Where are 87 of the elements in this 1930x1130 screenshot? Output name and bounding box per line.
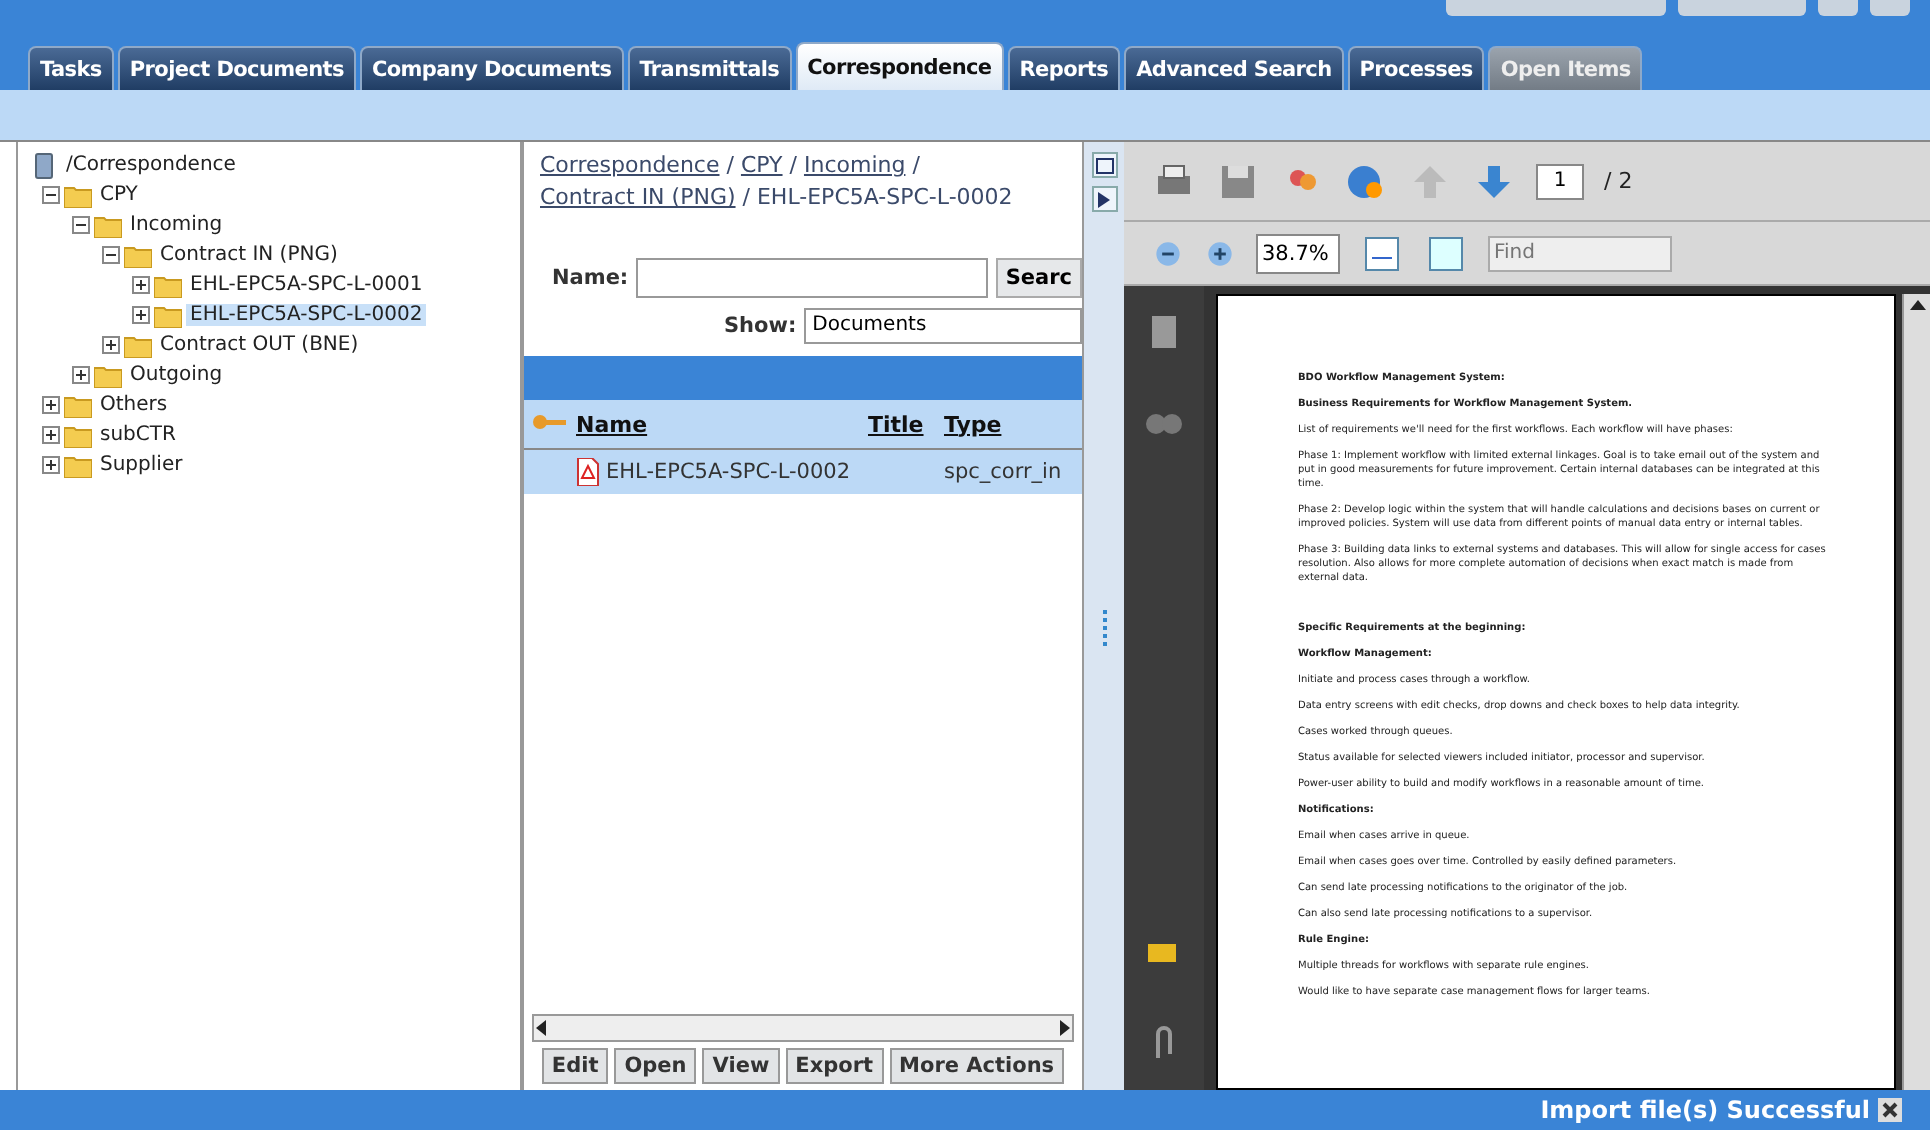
- close-icon[interactable]: [1878, 1098, 1902, 1122]
- folder-icon: [154, 303, 182, 327]
- nav-tab[interactable]: Company Documents: [359, 46, 624, 90]
- expand-toggle[interactable]: [42, 396, 60, 414]
- expand-toggle[interactable]: [102, 336, 120, 354]
- tree-item[interactable]: Outgoing: [126, 364, 227, 386]
- tree-item[interactable]: subCTR: [96, 424, 180, 446]
- horizontal-scrollbar[interactable]: [532, 1014, 1074, 1042]
- tree-item[interactable]: EHL-EPC5A-SPC-L-0001: [186, 274, 427, 296]
- action-button[interactable]: View: [702, 1048, 780, 1084]
- folder-icon: [124, 243, 152, 267]
- vertical-scrollbar[interactable]: [1902, 294, 1930, 1090]
- show-select[interactable]: Documents: [804, 308, 1082, 344]
- page-number-field[interactable]: 1: [1536, 163, 1584, 199]
- scroll-up-icon[interactable]: [1909, 298, 1925, 314]
- column-header[interactable]: Name: [576, 411, 868, 437]
- expand-button[interactable]: [1091, 186, 1117, 212]
- folder-icon: [64, 183, 92, 207]
- breadcrumb-link[interactable]: CPY: [740, 152, 783, 178]
- page-count: / 2: [1604, 168, 1633, 194]
- collapse-toggle[interactable]: [42, 186, 60, 204]
- maximize-button[interactable]: [1091, 152, 1117, 178]
- breadcrumb-link[interactable]: Contract IN (PNG): [540, 184, 736, 210]
- folder-icon: [64, 423, 92, 447]
- folder-icon: [64, 453, 92, 477]
- tree-item[interactable]: EHL-EPC5A-SPC-L-0002: [186, 304, 427, 326]
- breadcrumb-separator: /: [742, 184, 750, 210]
- zoom-out-icon[interactable]: [1152, 237, 1184, 269]
- breadcrumb-current: EHL-EPC5A-SPC-L-0002: [756, 184, 1013, 210]
- nav-tab[interactable]: Project Documents: [117, 46, 356, 90]
- tree-item[interactable]: CPY: [96, 184, 142, 206]
- field-label: Name:: [552, 266, 629, 290]
- server-icon: [30, 151, 58, 179]
- breadcrumb-separator: /: [726, 152, 734, 178]
- fit-page-icon[interactable]: [1424, 231, 1468, 275]
- column-header[interactable]: Title: [868, 411, 944, 437]
- folder-icon: [94, 363, 122, 387]
- scroll-right-icon[interactable]: [1056, 1020, 1072, 1036]
- folder-icon: [154, 273, 182, 297]
- table-cell: spc_corr_in: [944, 460, 1064, 484]
- expand-toggle[interactable]: [132, 306, 150, 324]
- scroll-left-icon[interactable]: [534, 1020, 550, 1036]
- collapse-toggle[interactable]: [72, 216, 90, 234]
- tree-item[interactable]: Others: [96, 394, 172, 416]
- collapse-toggle[interactable]: [102, 246, 120, 264]
- nav-tab[interactable]: Processes: [1347, 46, 1485, 90]
- tree-item[interactable]: Supplier: [96, 454, 187, 476]
- expand-toggle[interactable]: [72, 366, 90, 384]
- table-cell: EHL-EPC5A-SPC-L-0002: [606, 460, 850, 484]
- breadcrumb-separator: /: [789, 152, 797, 178]
- breadcrumb-separator: /: [912, 152, 920, 178]
- tree-item[interactable]: Incoming: [126, 214, 227, 236]
- action-button[interactable]: Open: [614, 1048, 697, 1084]
- action-button[interactable]: Edit: [541, 1048, 609, 1084]
- name-field[interactable]: [636, 258, 988, 298]
- action-button[interactable]: More Actions: [889, 1048, 1065, 1084]
- folder-icon: [64, 393, 92, 417]
- status-message: Import file(s) Successful: [1540, 1096, 1870, 1124]
- expand-toggle[interactable]: [132, 276, 150, 294]
- nav-tab[interactable]: Reports: [1007, 46, 1121, 90]
- window-icon: [1095, 157, 1113, 173]
- right-arrow-icon: [1098, 191, 1110, 207]
- nav-tab[interactable]: Transmittals: [627, 46, 792, 90]
- breadcrumb-link[interactable]: Correspondence: [540, 152, 720, 178]
- nav-tab[interactable]: Correspondence: [795, 42, 1004, 90]
- nav-tab[interactable]: Tasks: [28, 46, 114, 90]
- expand-toggle[interactable]: [42, 456, 60, 474]
- expand-toggle[interactable]: [42, 426, 60, 444]
- folder-icon: [94, 213, 122, 237]
- breadcrumb-link[interactable]: Incoming: [803, 152, 906, 178]
- nav-tab[interactable]: Advanced Search: [1124, 46, 1344, 90]
- find-field[interactable]: Find: [1488, 235, 1672, 271]
- folder-icon: [124, 333, 152, 357]
- fit-width-icon[interactable]: [1360, 231, 1404, 275]
- key-icon: [532, 411, 568, 431]
- field-label: Show:: [724, 314, 797, 338]
- table-row[interactable]: EHL-EPC5A-SPC-L-0002 spc_corr_in: [524, 450, 1082, 494]
- column-header[interactable]: Type: [944, 411, 1064, 437]
- search-button[interactable]: Searc: [995, 258, 1082, 298]
- splitter-handle[interactable]: [1101, 610, 1107, 650]
- tree-item[interactable]: Contract IN (PNG): [156, 244, 342, 266]
- action-button[interactable]: Export: [785, 1048, 884, 1084]
- pdf-icon: [576, 458, 600, 486]
- tree-root[interactable]: /Correspondence: [62, 154, 240, 176]
- tree-item[interactable]: Contract OUT (BNE): [156, 334, 363, 356]
- zoom-field[interactable]: 38.7%: [1256, 233, 1340, 273]
- zoom-in-icon[interactable]: [1204, 237, 1236, 269]
